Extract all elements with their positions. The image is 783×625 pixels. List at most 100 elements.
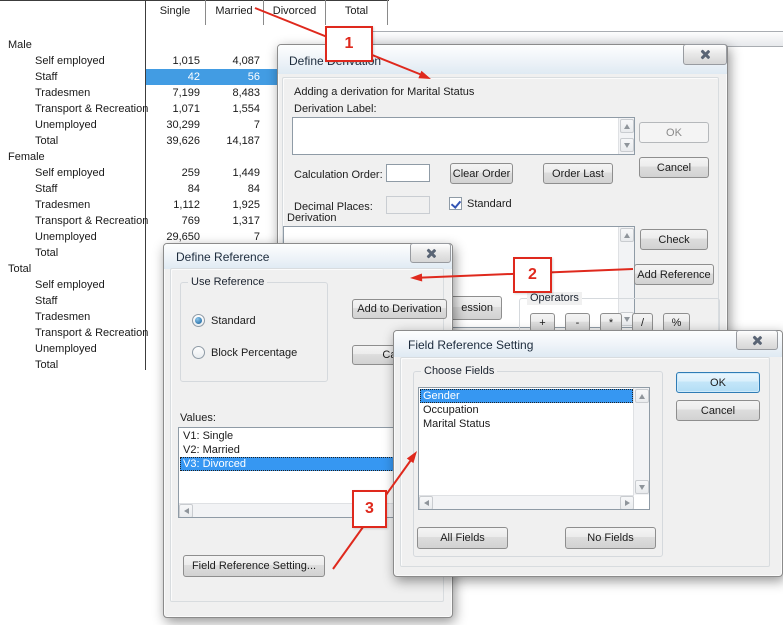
field-reference-setting-dialog: Field Reference Setting Choose Fields Ge… <box>393 330 783 577</box>
list-item-selected[interactable]: Gender <box>420 389 633 403</box>
check-button[interactable]: Check <box>640 229 708 250</box>
clear-order-button[interactable]: Clear Order <box>450 163 513 184</box>
field-reference-setting-button[interactable]: Field Reference Setting... <box>183 555 325 577</box>
add-to-derivation-button[interactable]: Add to Derivation <box>352 299 447 319</box>
column-header-single[interactable]: Single <box>146 0 204 23</box>
horizontal-scrollbar[interactable] <box>419 495 634 509</box>
table-row-label: Staff <box>35 69 147 85</box>
standard-radio[interactable] <box>192 314 205 327</box>
table-cell-married[interactable]: 1,317 <box>204 213 260 229</box>
table-row-label: Unemployed <box>35 117 147 133</box>
table-cell-single[interactable]: 1,071 <box>146 101 200 117</box>
table-cell-married[interactable]: 56 <box>204 69 260 85</box>
scroll-up-icon[interactable] <box>620 228 634 242</box>
table-group-label: Total <box>8 261 31 277</box>
table-cell-single[interactable]: 39,626 <box>146 133 200 149</box>
choose-fields-label: Choose Fields <box>421 365 497 378</box>
use-reference-group: Use Reference <box>180 282 328 382</box>
scroll-left-icon[interactable] <box>419 496 433 510</box>
ok-button[interactable]: OK <box>639 122 709 143</box>
column-header-married[interactable]: Married <box>205 0 263 23</box>
scrollbar[interactable] <box>618 118 634 154</box>
all-fields-button[interactable]: All Fields <box>417 527 508 549</box>
block-percentage-radio-label[interactable]: Block Percentage <box>211 346 297 360</box>
close-button[interactable] <box>683 44 727 65</box>
table-row-label: Total <box>35 133 147 149</box>
scroll-left-icon[interactable] <box>179 504 193 518</box>
table-group-label: Male <box>8 37 32 53</box>
table-row-label: Staff <box>35 181 147 197</box>
vertical-scrollbar[interactable] <box>633 388 649 495</box>
standard-checkbox[interactable] <box>449 197 462 210</box>
table-row-label: Unemployed <box>35 341 147 357</box>
close-button[interactable] <box>410 243 451 263</box>
table-cell-single[interactable]: 259 <box>146 165 200 181</box>
fields-listbox[interactable]: Gender Occupation Marital Status <box>418 387 650 510</box>
table-cell-married[interactable]: 84 <box>204 181 260 197</box>
scroll-down-icon[interactable] <box>620 138 634 152</box>
table-cell-single[interactable]: 30,299 <box>146 117 200 133</box>
derivation-intro-text: Adding a derivation for Marital Status <box>294 85 474 99</box>
close-icon <box>752 335 763 346</box>
table-cell-married[interactable]: 1,449 <box>204 165 260 181</box>
table-cell-single[interactable]: 769 <box>146 213 200 229</box>
table-row-label: Total <box>35 245 147 261</box>
table-group-label: Female <box>8 149 45 165</box>
field-reference-title: Field Reference Setting <box>408 338 533 352</box>
standard-checkbox-label: Standard <box>467 197 512 211</box>
column-header-divorced[interactable]: Divorced <box>264 0 325 23</box>
add-reference-button[interactable]: Add Reference <box>634 264 714 285</box>
table-cell-married[interactable]: 8,483 <box>204 85 260 101</box>
cancel-button[interactable]: Cancel <box>676 400 760 421</box>
order-last-button[interactable]: Order Last <box>543 163 613 184</box>
table-cell-married[interactable]: 14,187 <box>204 133 260 149</box>
table-cell-married[interactable]: 7 <box>204 117 260 133</box>
table-row-label: Total <box>35 357 147 373</box>
table-cell-single[interactable]: 7,199 <box>146 85 200 101</box>
ok-button[interactable]: OK <box>676 372 760 393</box>
table-cell-single[interactable]: 1,112 <box>146 197 200 213</box>
table-cell-married[interactable]: 1,925 <box>204 197 260 213</box>
column-divider <box>387 0 388 25</box>
scroll-up-icon[interactable] <box>620 119 634 133</box>
cancel-button[interactable]: Cancel <box>639 157 709 178</box>
table-row-label: Tradesmen <box>35 85 147 101</box>
scroll-right-icon[interactable] <box>620 496 634 510</box>
screen: Single Married Divorced Total Male Self e… <box>0 0 783 625</box>
table-row-label: Tradesmen <box>35 309 147 325</box>
table-cell-single[interactable]: 84 <box>146 181 200 197</box>
annotation-step-3: 3 <box>352 490 387 528</box>
decimal-places-input[interactable] <box>386 196 430 214</box>
table-cell-single[interactable]: 42 <box>146 69 200 85</box>
list-item[interactable]: Marital Status <box>420 417 633 431</box>
no-fields-button[interactable]: No Fields <box>565 527 656 549</box>
close-button[interactable] <box>736 330 778 350</box>
table-row-label: Self employed <box>35 165 147 181</box>
table-row-label: Transport & Recreation <box>35 213 147 229</box>
column-header-total[interactable]: Total <box>326 0 387 23</box>
table-row-label: Staff <box>35 293 147 309</box>
use-reference-label: Use Reference <box>188 276 267 289</box>
standard-radio-label[interactable]: Standard <box>211 314 256 328</box>
define-reference-title: Define Reference <box>176 250 269 264</box>
table-row-label: Transport & Recreation <box>35 101 147 117</box>
table-row-label: Tradesmen <box>35 197 147 213</box>
table-bottom-border <box>0 0 146 1</box>
calculation-order-input[interactable] <box>386 164 430 182</box>
close-icon <box>425 248 436 259</box>
close-icon <box>700 49 711 60</box>
block-percentage-radio[interactable] <box>192 346 205 359</box>
derivation-label-caption: Derivation Label: <box>294 102 377 116</box>
scroll-down-icon[interactable] <box>635 480 649 494</box>
table-row-label: Unemployed <box>35 229 147 245</box>
list-item[interactable]: Occupation <box>420 403 633 417</box>
table-cell-single[interactable]: 1,015 <box>146 53 200 69</box>
table-cell-married[interactable]: 1,554 <box>204 101 260 117</box>
derivation-label-input[interactable] <box>292 117 635 155</box>
derivation-caption: Derivation <box>287 211 337 225</box>
values-label: Values: <box>180 411 216 425</box>
scroll-up-icon[interactable] <box>635 389 649 403</box>
table-cell-married[interactable]: 4,087 <box>204 53 260 69</box>
table-row-label: Transport & Recreation <box>35 325 147 341</box>
calculation-order-label: Calculation Order: <box>294 168 383 182</box>
